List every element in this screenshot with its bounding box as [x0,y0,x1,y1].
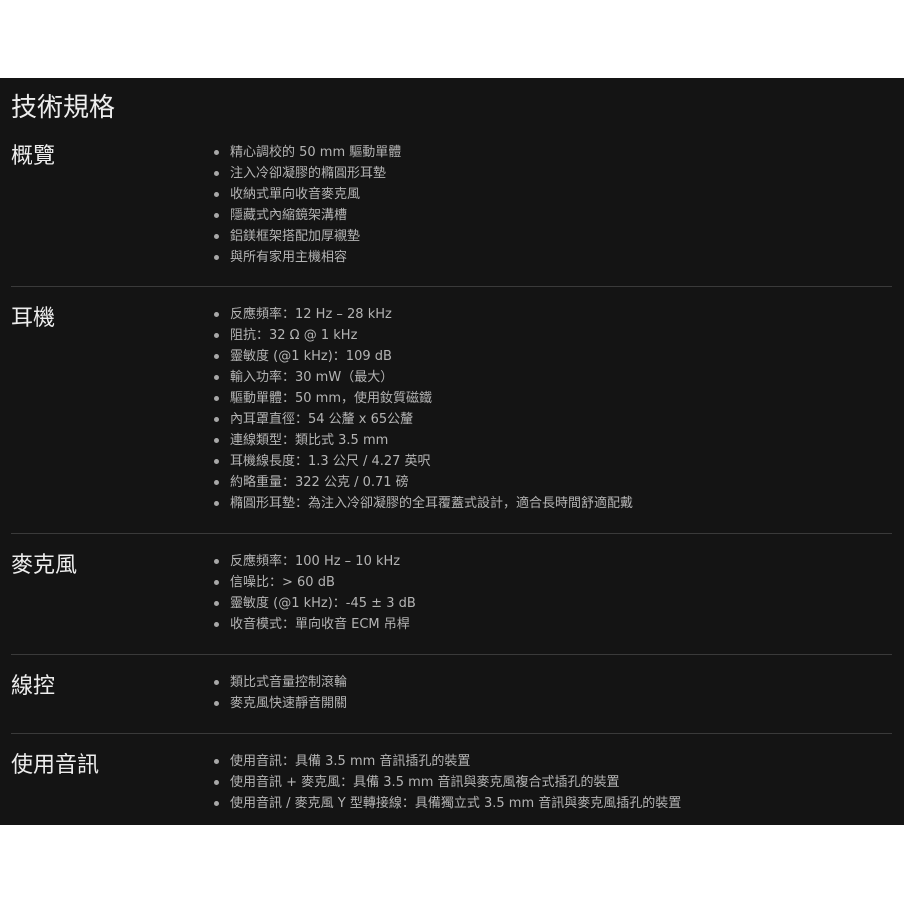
list-item: 反應頻率：100 Hz – 10 kHz [214,551,416,572]
list-item: 阻抗：32 Ω @ 1 kHz [214,325,633,346]
bullet-icon [214,580,219,585]
spec-text: 使用音訊 / 麥克風 Y 型轉接線：具備獨立式 3.5 mm 音訊與麥克風插孔的… [230,796,682,811]
spec-text: 信噪比：> 60 dB [230,575,335,590]
section-title: 耳機 [11,306,56,331]
spec-list: 類比式音量控制滾輪 麥克風快速靜音開關 [214,672,347,714]
bullet-icon [214,150,219,155]
spec-list: 反應頻率：12 Hz – 28 kHz 阻抗：32 Ω @ 1 kHz 靈敏度 … [214,304,633,514]
bullet-icon [214,375,219,380]
list-item: 橢圓形耳墊：為注入冷卻凝膠的全耳覆蓋式設計，適合長時間舒適配戴 [214,493,633,514]
spec-text: 與所有家用主機相容 [230,250,348,265]
bullet-icon [214,171,219,176]
bullet-icon [214,622,219,627]
bullet-icon [214,312,219,317]
spec-list: 使用音訊：具備 3.5 mm 音訊插孔的裝置 使用音訊 + 麥克風：具備 3.5… [214,751,681,814]
spec-text: 靈敏度 (@1 kHz)：-45 ± 3 dB [230,596,416,611]
list-item: 精心調校的 50 mm 驅動單體 [214,142,401,163]
spec-list: 反應頻率：100 Hz – 10 kHz 信噪比：> 60 dB 靈敏度 (@1… [214,551,416,635]
bullet-icon [214,501,219,506]
bullet-icon [214,759,219,764]
spec-text: 收納式單向收音麥克風 [230,187,361,202]
spec-text: 注入冷卻凝膠的橢圓形耳墊 [230,166,387,181]
spec-text: 連線類型：類比式 3.5 mm [230,433,389,448]
spec-text: 隱藏式內縮鏡架溝槽 [230,208,348,223]
list-item: 隱藏式內縮鏡架溝槽 [214,205,401,226]
spec-text: 類比式音量控制滾輪 [230,675,348,690]
list-item: 收納式單向收音麥克風 [214,184,401,205]
spec-text: 使用音訊 + 麥克風：具備 3.5 mm 音訊與麥克風複合式插孔的裝置 [230,775,620,790]
bullet-icon [214,801,219,806]
bullet-icon [214,234,219,239]
list-item: 約略重量：322 公克 / 0.71 磅 [214,472,633,493]
spec-text: 反應頻率：12 Hz – 28 kHz [230,307,392,322]
list-item: 驅動單體：50 mm，使用釹質磁鐵 [214,388,633,409]
spec-text: 收音模式：單向收音 ECM 吊桿 [230,617,410,632]
list-item: 靈敏度 (@1 kHz)：109 dB [214,346,633,367]
bullet-icon [214,255,219,260]
bullet-icon [214,354,219,359]
list-item: 連線類型：類比式 3.5 mm [214,430,633,451]
list-item: 鋁鎂框架搭配加厚襯墊 [214,226,401,247]
bullet-icon [214,396,219,401]
page-title: 技術規格 [11,93,116,123]
list-item: 信噪比：> 60 dB [214,572,416,593]
bullet-icon [214,559,219,564]
spec-text: 輸入功率：30 mW（最大） [230,370,394,385]
bullet-icon [214,417,219,422]
section-title: 線控 [11,674,56,699]
spec-text: 靈敏度 (@1 kHz)：109 dB [230,349,392,364]
list-item: 麥克風快速靜音開關 [214,693,347,714]
list-item: 靈敏度 (@1 kHz)：-45 ± 3 dB [214,593,416,614]
spec-text: 精心調校的 50 mm 驅動單體 [230,145,402,160]
spec-text: 耳機線長度：1.3 公尺 / 4.27 英呎 [230,454,431,469]
bullet-icon [214,333,219,338]
section-divider [11,733,892,734]
spec-text: 約略重量：322 公克 / 0.71 磅 [230,475,409,490]
section-title: 麥克風 [11,553,78,578]
bullet-icon [214,192,219,197]
section-title: 概覽 [11,144,56,169]
list-item: 使用音訊：具備 3.5 mm 音訊插孔的裝置 [214,751,681,772]
list-item: 耳機線長度：1.3 公尺 / 4.27 英呎 [214,451,633,472]
bullet-icon [214,701,219,706]
list-item: 使用音訊 / 麥克風 Y 型轉接線：具備獨立式 3.5 mm 音訊與麥克風插孔的… [214,793,681,814]
bullet-icon [214,459,219,464]
list-item: 類比式音量控制滾輪 [214,672,347,693]
bullet-icon [214,438,219,443]
spec-text: 驅動單體：50 mm，使用釹質磁鐵 [230,391,433,406]
bullet-icon [214,780,219,785]
list-item: 使用音訊 + 麥克風：具備 3.5 mm 音訊與麥克風複合式插孔的裝置 [214,772,681,793]
list-item: 與所有家用主機相容 [214,247,401,268]
spec-text: 阻抗：32 Ω @ 1 kHz [230,328,358,343]
section-title: 使用音訊 [11,753,100,778]
list-item: 輸入功率：30 mW（最大） [214,367,633,388]
list-item: 內耳罩直徑：54 公釐 x 65公釐 [214,409,633,430]
bullet-icon [214,213,219,218]
tech-specs-panel: 技術規格 概覽 精心調校的 50 mm 驅動單體 注入冷卻凝膠的橢圓形耳墊 收納… [0,78,904,825]
spec-text: 使用音訊：具備 3.5 mm 音訊插孔的裝置 [230,754,471,769]
list-item: 反應頻率：12 Hz – 28 kHz [214,304,633,325]
section-divider [11,533,892,534]
section-divider [11,654,892,655]
list-item: 收音模式：單向收音 ECM 吊桿 [214,614,416,635]
spec-text: 內耳罩直徑：54 公釐 x 65公釐 [230,412,414,427]
bullet-icon [214,680,219,685]
list-item: 注入冷卻凝膠的橢圓形耳墊 [214,163,401,184]
spec-text: 橢圓形耳墊：為注入冷卻凝膠的全耳覆蓋式設計，適合長時間舒適配戴 [230,496,634,511]
spec-list: 精心調校的 50 mm 驅動單體 注入冷卻凝膠的橢圓形耳墊 收納式單向收音麥克風… [214,142,401,268]
spec-text: 鋁鎂框架搭配加厚襯墊 [230,229,361,244]
spec-text: 反應頻率：100 Hz – 10 kHz [230,554,401,569]
section-divider [11,286,892,287]
bullet-icon [214,601,219,606]
spec-text: 麥克風快速靜音開關 [230,696,348,711]
bullet-icon [214,480,219,485]
